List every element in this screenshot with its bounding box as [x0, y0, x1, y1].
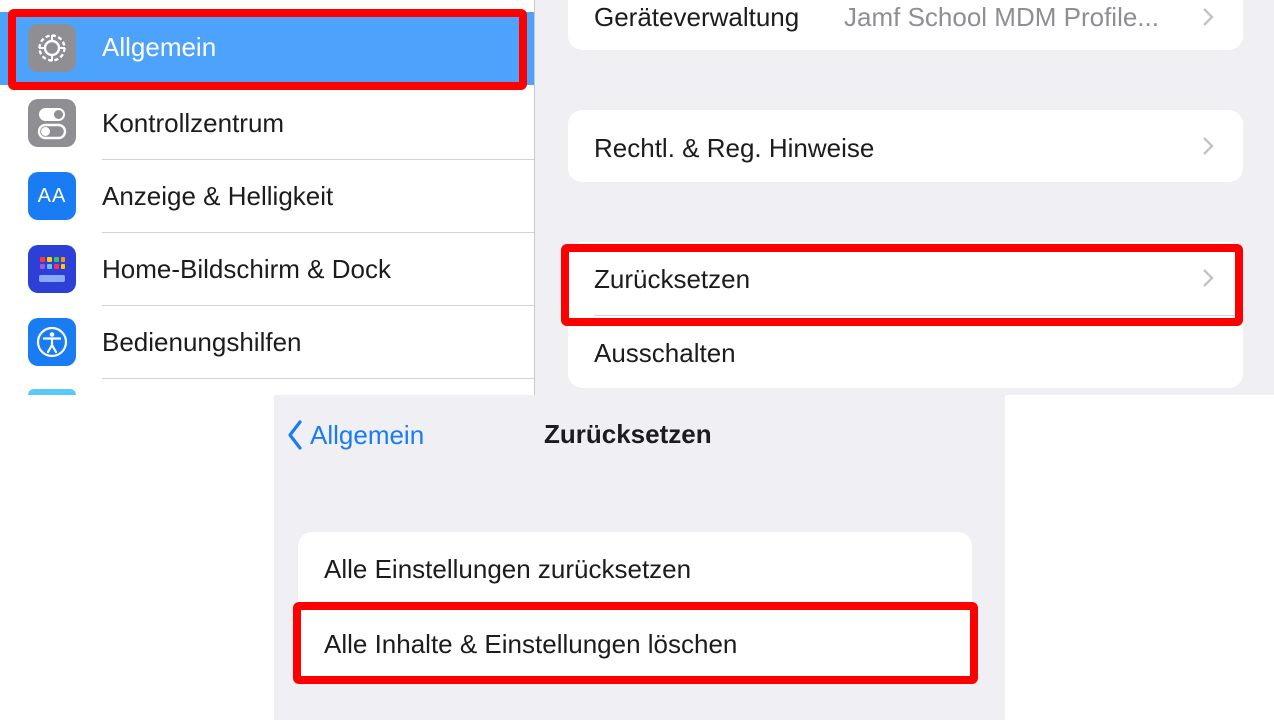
device-management-row[interactable]: Geräteverwaltung Jamf School MDM Profile… [568, 0, 1243, 50]
text-size-glyph: AA [37, 184, 67, 207]
reset-row[interactable]: Zurücksetzen [568, 242, 1243, 315]
reset-screen: Allgemein Zurücksetzen Alle Einstellunge… [274, 395, 1005, 720]
sidebar-item-anzeige-helligkeit[interactable]: AA Anzeige & Helligkeit [0, 160, 535, 233]
sidebar-item-bedienungshilfen[interactable]: Bedienungshilfen [0, 306, 535, 379]
device-management-label: Geräteverwaltung [594, 2, 800, 32]
sidebar-item-label: Anzeige & Helligkeit [102, 181, 334, 211]
chevron-right-icon [1203, 8, 1214, 26]
chevron-right-icon [1203, 269, 1214, 287]
legal-notices-label: Rechtl. & Reg. Hinweise [594, 133, 875, 163]
row-divider [102, 378, 535, 379]
general-settings-pane: Geräteverwaltung Jamf School MDM Profile… [535, 0, 1274, 395]
erase-all-content-row[interactable]: Alle Inhalte & Einstellungen löschen [298, 607, 972, 682]
sidebar-item-label: Home-Bildschirm & Dock [102, 254, 391, 284]
sidebar-item-label: Allgemein [102, 32, 217, 62]
sidebar-item-allgemein[interactable]: Allgemein [0, 12, 535, 85]
reset-options-group: Alle Einstellungen zurücksetzen Alle Inh… [298, 532, 972, 682]
page-title: Zurücksetzen [544, 419, 712, 449]
back-button[interactable]: Allgemein [286, 417, 424, 453]
reset-all-settings-label: Alle Einstellungen zurücksetzen [324, 554, 692, 584]
legal-notices-row[interactable]: Rechtl. & Reg. Hinweise [568, 110, 1243, 182]
chevron-left-icon [288, 420, 302, 450]
accessibility-icon [28, 318, 76, 366]
device-management-value: Jamf School MDM Profile... [844, 2, 1159, 32]
next-item-icon [28, 389, 76, 395]
app-grid-icon [28, 245, 76, 293]
sidebar-item-kontrollzentrum[interactable]: Kontrollzentrum [0, 87, 535, 160]
reset-label: Zurücksetzen [594, 264, 751, 294]
erase-all-content-label: Alle Inhalte & Einstellungen löschen [324, 629, 738, 659]
chevron-right-icon [1203, 137, 1214, 155]
gear-icon [28, 24, 76, 72]
text-size-icon: AA [28, 172, 76, 220]
toggles-icon [28, 99, 76, 147]
shutdown-label: Ausschalten [594, 338, 736, 368]
sidebar-item-home-bildschirm-dock[interactable]: Home-Bildschirm & Dock [0, 233, 535, 306]
reset-shutdown-group: Zurücksetzen Ausschalten [568, 242, 1243, 388]
shutdown-row[interactable]: Ausschalten [568, 316, 1243, 388]
sidebar-item-label: Bedienungshilfen [102, 327, 302, 357]
settings-sidebar: Allgemein Kontrollzentrum AA Anzeige & H… [0, 0, 535, 395]
back-button-label: Allgemein [310, 419, 425, 450]
sidebar-item-label: Kontrollzentrum [102, 108, 285, 138]
reset-all-settings-row[interactable]: Alle Einstellungen zurücksetzen [298, 532, 972, 606]
